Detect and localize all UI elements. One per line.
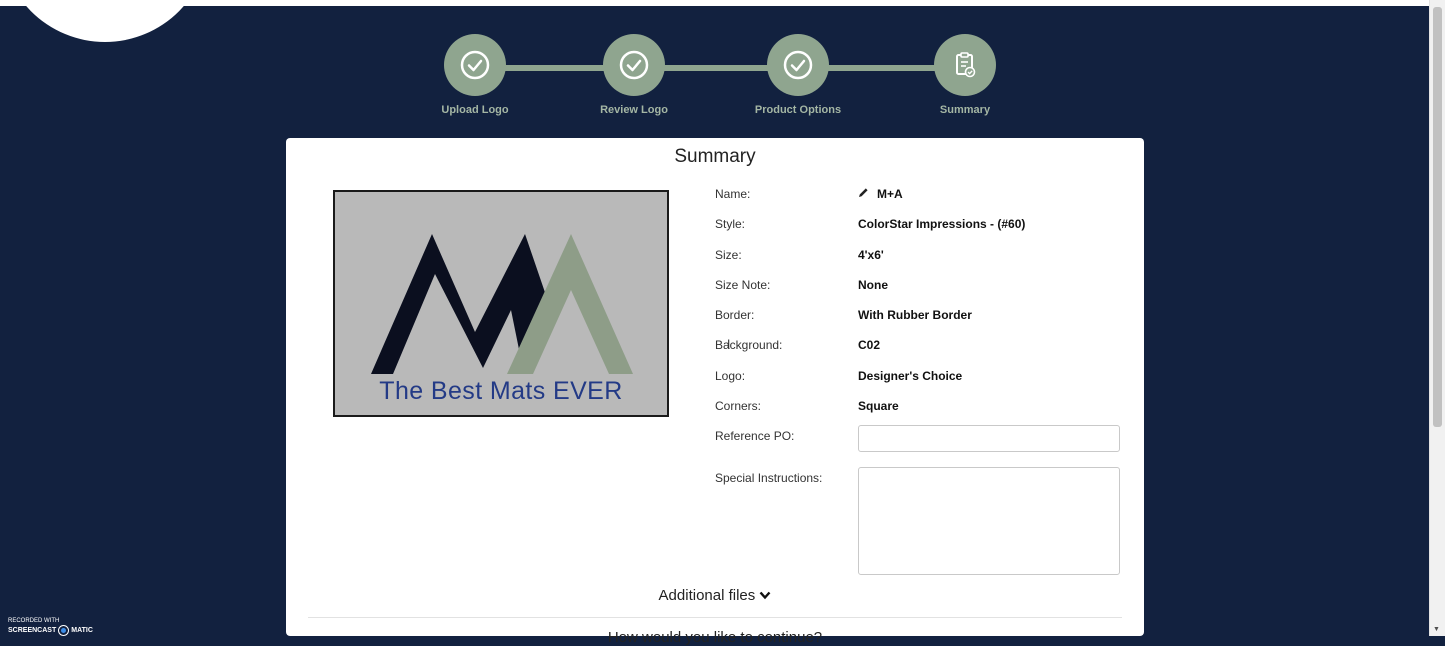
summary-card: Summary The Best Mats EVER Name: M+A Sty… (286, 138, 1144, 646)
field-label-logo: Logo: (715, 369, 746, 383)
field-label-style: Style: (715, 217, 746, 231)
recorder-watermark: RECORDED WITH SCREENCAST MATIC (8, 618, 93, 636)
step-label: Product Options (754, 104, 842, 116)
field-label-size: Size: (715, 248, 742, 262)
clipboard-check-icon (934, 34, 996, 96)
chevron-down-icon (759, 587, 771, 604)
field-value-size: 4'x6' (858, 248, 884, 262)
field-value-corners: Square (858, 399, 899, 413)
step-summary[interactable]: Summary (890, 34, 1040, 116)
special-instructions-textarea[interactable] (858, 467, 1120, 575)
step-label: Summary (939, 104, 991, 116)
watermark-brand-a: SCREENCAST (8, 627, 57, 634)
divider (308, 617, 1122, 618)
field-label-background: Background: (715, 338, 783, 352)
special-instructions-label: Special Instructions: (715, 471, 823, 485)
logo-tagline: The Best Mats EVER (379, 377, 623, 405)
logo-preview: The Best Mats EVER (333, 190, 669, 417)
text-cursor-icon: I (727, 337, 731, 351)
step-review-logo[interactable]: Review Logo (559, 34, 709, 116)
field-label-border: Border: (715, 308, 755, 322)
check-circle-icon (603, 34, 665, 96)
step-label: Upload Logo (441, 104, 509, 116)
scroll-down-arrow-icon[interactable]: ▼ (1433, 626, 1440, 634)
name-value: M+A (877, 187, 903, 201)
continue-question: How would you like to continue? (607, 629, 823, 646)
check-circle-icon (767, 34, 829, 96)
field-label-name: Name: (715, 187, 751, 201)
field-value-style: ColorStar Impressions - (#60) (858, 217, 1026, 231)
step-upload-logo[interactable]: Upload Logo (400, 34, 550, 116)
field-value-name[interactable]: M+A (858, 187, 903, 201)
watermark-brand-b: MATIC (71, 627, 93, 634)
field-value-background: C02 (858, 338, 881, 352)
field-value-size-note: None (858, 278, 888, 292)
page-title: Summary (674, 146, 756, 167)
scrollbar-thumb[interactable] (1433, 7, 1442, 427)
additional-files-toggle[interactable]: Additional files (286, 587, 1144, 604)
check-circle-icon (444, 34, 506, 96)
watermark-caption: RECORDED WITH (8, 618, 60, 624)
additional-files-label: Additional files (658, 587, 756, 604)
pencil-icon[interactable] (858, 187, 869, 201)
field-label-corners: Corners: (715, 399, 762, 413)
reference-po-label: Reference PO: (715, 429, 795, 443)
top-strip (0, 0, 1445, 6)
page-scrollbar[interactable]: ▼ (1429, 0, 1445, 636)
progress-stepper: Upload Logo Review Logo Product Options … (400, 34, 1040, 124)
step-label: Review Logo (600, 104, 668, 116)
step-product-options[interactable]: Product Options (723, 34, 873, 116)
field-value-border: With Rubber Border (858, 308, 972, 322)
field-label-size-note: Size Note: (715, 278, 771, 292)
reference-po-input[interactable] (858, 425, 1120, 452)
record-dot-icon (58, 625, 70, 636)
field-value-logo: Designer's Choice (858, 369, 963, 383)
brand-logo-blob (0, 0, 210, 42)
